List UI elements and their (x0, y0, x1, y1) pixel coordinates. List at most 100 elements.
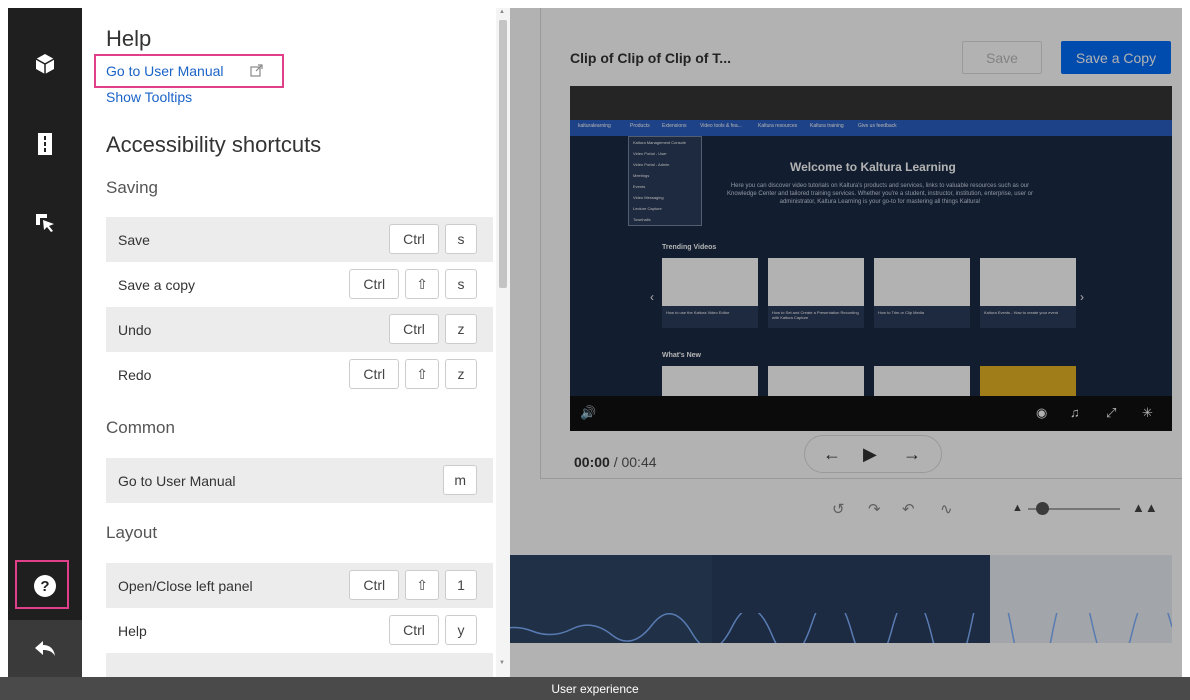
group-title-layout: Layout (106, 523, 158, 542)
footer-bar: User experience (0, 677, 1190, 700)
save-button[interactable]: Save (962, 41, 1042, 74)
video-thumbnail (980, 258, 1076, 306)
shortcut-row: Save Ctrl s (106, 217, 493, 262)
site-nav-item: Kaltura training (810, 123, 844, 129)
panel-scrollbar[interactable]: ▲ ▼ (496, 8, 510, 677)
thumbnail-caption: Kaltura Events - How to create your even… (980, 306, 1076, 328)
scrollbar-thumb[interactable] (499, 20, 507, 288)
site-nav: kalturalearning Products Extensions Vide… (570, 120, 1172, 136)
shortcut-row: Go to User Manual m (106, 458, 493, 503)
clip-title: Clip of Clip of Clip of T... (570, 50, 731, 66)
key-cap: Ctrl (349, 269, 400, 299)
carousel-right-icon: › (1080, 290, 1084, 304)
dropdown-item: Townhalls (633, 217, 651, 222)
key-cap: y (445, 615, 477, 645)
highlight-box (15, 560, 69, 609)
shortcut-label: Save a copy (118, 276, 196, 293)
player-top-bar (570, 86, 1172, 120)
shortcut-row: Redo Ctrl ⇧ z (106, 352, 493, 397)
undo-icon[interactable]: ↶ (902, 500, 915, 518)
shift-key-cap: ⇧ (405, 359, 439, 389)
time-separator: / (613, 454, 618, 470)
user-manual-link[interactable]: Go to User Manual (106, 63, 224, 79)
site-dropdown: Kaltura Management Console Video Portal … (628, 136, 702, 226)
shortcut-label: Undo (118, 321, 152, 338)
current-time: 00:00 (574, 454, 610, 470)
video-thumbnail (980, 366, 1076, 396)
duration: 00:44 (621, 454, 657, 470)
audio-waveform (492, 613, 1172, 643)
show-tooltips-link[interactable]: Show Tooltips (106, 89, 192, 105)
reset-icon[interactable]: ↺ (832, 500, 845, 518)
dropdown-item: Lecture Capture (633, 206, 662, 211)
external-link-icon (250, 64, 263, 77)
site-nav-item: Give us feedback (858, 123, 897, 129)
thumbnail-caption: How to use the Kaltura Video Editor (662, 306, 758, 328)
scroll-up-icon[interactable]: ▲ (499, 9, 505, 15)
scroll-down-icon[interactable]: ▼ (499, 660, 505, 666)
whats-new-label: What's New (662, 352, 702, 359)
site-nav-logo: kalturalearning (578, 123, 611, 129)
back-button[interactable] (8, 620, 82, 677)
dropdown-item: Events (633, 184, 646, 189)
group-title-saving: Saving (106, 178, 158, 197)
chapters-button[interactable] (8, 116, 82, 172)
zoom-in-icon[interactable]: ▲▲ (1132, 500, 1158, 515)
key-cap: z (445, 359, 477, 389)
key-cap: Ctrl (349, 570, 400, 600)
player-controls: 🔊 ◉ ♫ ⤢ ✳ (570, 396, 1172, 431)
step-back-icon[interactable]: ← (823, 444, 841, 465)
site-nav-item: Products (630, 123, 650, 129)
captions-icon[interactable]: ◉ (1036, 405, 1047, 421)
site-nav-item: Extensions (662, 123, 687, 129)
reply-arrow-icon (35, 640, 55, 656)
play-icon[interactable]: ▶ (863, 444, 877, 465)
kaltura-logo-icon: ✳ (1142, 405, 1153, 420)
shortcut-row: Undo Ctrl z (106, 307, 493, 352)
shift-key-cap: ⇧ (405, 269, 439, 299)
interactivity-button[interactable] (8, 194, 82, 250)
video-thumbnail (768, 366, 864, 396)
dropdown-item: Video Messaging (633, 195, 664, 200)
shortcut-label: Open/Close left panel (118, 577, 253, 594)
step-forward-icon[interactable]: → (903, 444, 921, 465)
thumbnail-caption: How to Trim or Clip Media (874, 306, 970, 328)
accessibility-heading: Accessibility shortcuts (106, 132, 322, 157)
help-title: Help (106, 26, 152, 51)
help-panel: Help Go to User Manual Show Tooltips Acc… (82, 8, 510, 677)
waveform-icon[interactable]: ∿ (940, 500, 953, 518)
timeline-strip[interactable] (492, 555, 1172, 643)
zoom-slider-handle[interactable] (1036, 502, 1049, 515)
trending-label: Trending Videos (662, 244, 717, 251)
video-thumbnail (768, 258, 864, 306)
save-a-copy-button[interactable]: Save a Copy (1061, 41, 1171, 74)
key-cap: Ctrl (349, 359, 400, 389)
zoom-out-icon[interactable]: ▲ (1012, 502, 1023, 514)
fullscreen-icon[interactable]: ⤢ (1106, 405, 1116, 421)
video-thumbnail (874, 366, 970, 396)
key-cap: m (443, 465, 477, 495)
dropdown-item: Kaltura Management Console (633, 140, 686, 145)
video-frame: kalturalearning Products Extensions Vide… (570, 120, 1172, 396)
footer-label: User experience (551, 681, 639, 696)
video-player[interactable]: kalturalearning Products Extensions Vide… (570, 86, 1172, 431)
key-cap: z (445, 314, 477, 344)
key-cap: Ctrl (389, 615, 439, 645)
site-nav-item: Kaltura resources (758, 123, 798, 129)
playback-controls: ← ▶ → (804, 435, 942, 473)
shortcut-row (106, 653, 493, 677)
music-icon[interactable]: ♫ (1070, 405, 1080, 420)
video-thumbnail (662, 258, 758, 306)
dropdown-item: Meetings (633, 173, 650, 178)
video-thumbnail (662, 366, 758, 396)
shortcut-row: Help Ctrl y (106, 608, 493, 653)
media-button[interactable] (8, 36, 82, 92)
cube-icon (35, 54, 55, 74)
timeline-divider (540, 478, 1182, 479)
shortcut-row: Save a copy Ctrl ⇧ s (106, 262, 493, 307)
volume-icon[interactable]: 🔊 (580, 405, 596, 421)
left-icon-rail: ? (8, 8, 82, 677)
site-heading: Welcome to Kaltura Learning (790, 160, 956, 174)
dropdown-item: Video Portal - User (633, 151, 667, 156)
redo-icon[interactable]: ↷ (868, 500, 881, 518)
